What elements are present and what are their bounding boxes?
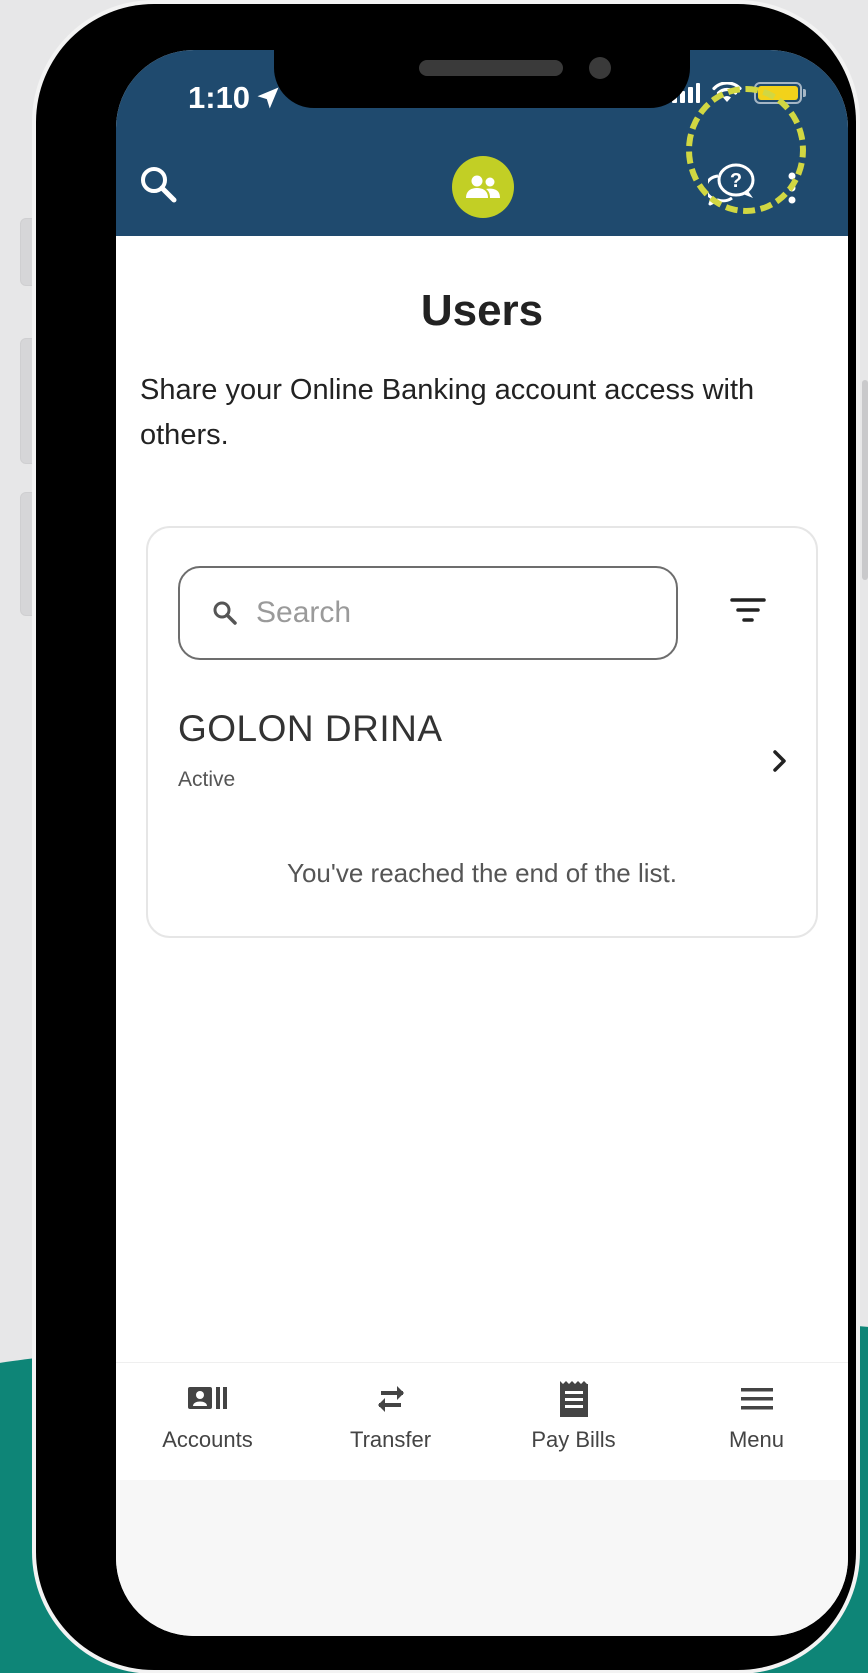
tab-label: Menu: [728, 1427, 785, 1452]
accounts-icon: [187, 1387, 227, 1409]
phone-frame: 1:10 ? Users Share your Online Banking a…: [36, 4, 856, 1670]
phone-silent-switch: [20, 218, 36, 286]
page-description: Share your Online Banking account access…: [140, 374, 755, 451]
users-nav-button[interactable]: [452, 156, 514, 218]
list-end-message: You've reached the end of the list.: [287, 858, 677, 888]
search-field[interactable]: [178, 566, 678, 660]
phone-notch: [274, 44, 690, 108]
users-card: GOLON DRINA Active You've reached the en…: [146, 526, 818, 938]
search-icon[interactable]: [138, 164, 178, 204]
tab-label: Accounts: [162, 1427, 253, 1452]
transfer-icon: [377, 1386, 404, 1412]
speaker-grille: [419, 60, 563, 76]
background-scroll-hint: [862, 380, 868, 580]
phone-volume-up: [20, 338, 36, 464]
tab-label: Pay Bills: [531, 1427, 616, 1452]
pay-bills-icon: [559, 1381, 588, 1417]
menu-icon: [740, 1388, 773, 1410]
user-name: GOLON DRINA: [178, 708, 443, 749]
tab-menu[interactable]: Menu: [665, 1363, 848, 1480]
user-status: Active: [178, 768, 236, 791]
app-screen: 1:10 ? Users Share your Online Banking a…: [116, 50, 848, 1636]
user-list-item[interactable]: GOLON DRINA Active: [148, 698, 816, 808]
page-title: Users: [420, 286, 544, 335]
tab-pay-bills[interactable]: Pay Bills: [482, 1363, 665, 1480]
filter-icon[interactable]: [730, 596, 766, 624]
chevron-right-icon: [773, 750, 786, 772]
home-indicator-area: [116, 1480, 848, 1636]
status-time: 1:10: [188, 80, 251, 115]
highlight-circle: [686, 86, 806, 214]
users-icon: [466, 175, 500, 198]
search-field-icon: [213, 601, 237, 625]
tab-transfer[interactable]: Transfer: [299, 1363, 482, 1480]
location-arrow-icon: [257, 87, 279, 109]
front-camera: [589, 57, 611, 79]
tab-accounts[interactable]: Accounts: [116, 1363, 299, 1480]
search-input[interactable]: [256, 596, 636, 630]
phone-volume-down: [20, 492, 36, 616]
bottom-tab-bar: Accounts Transfer Pay Bills Menu: [116, 1362, 848, 1480]
tab-label: Transfer: [349, 1427, 432, 1452]
